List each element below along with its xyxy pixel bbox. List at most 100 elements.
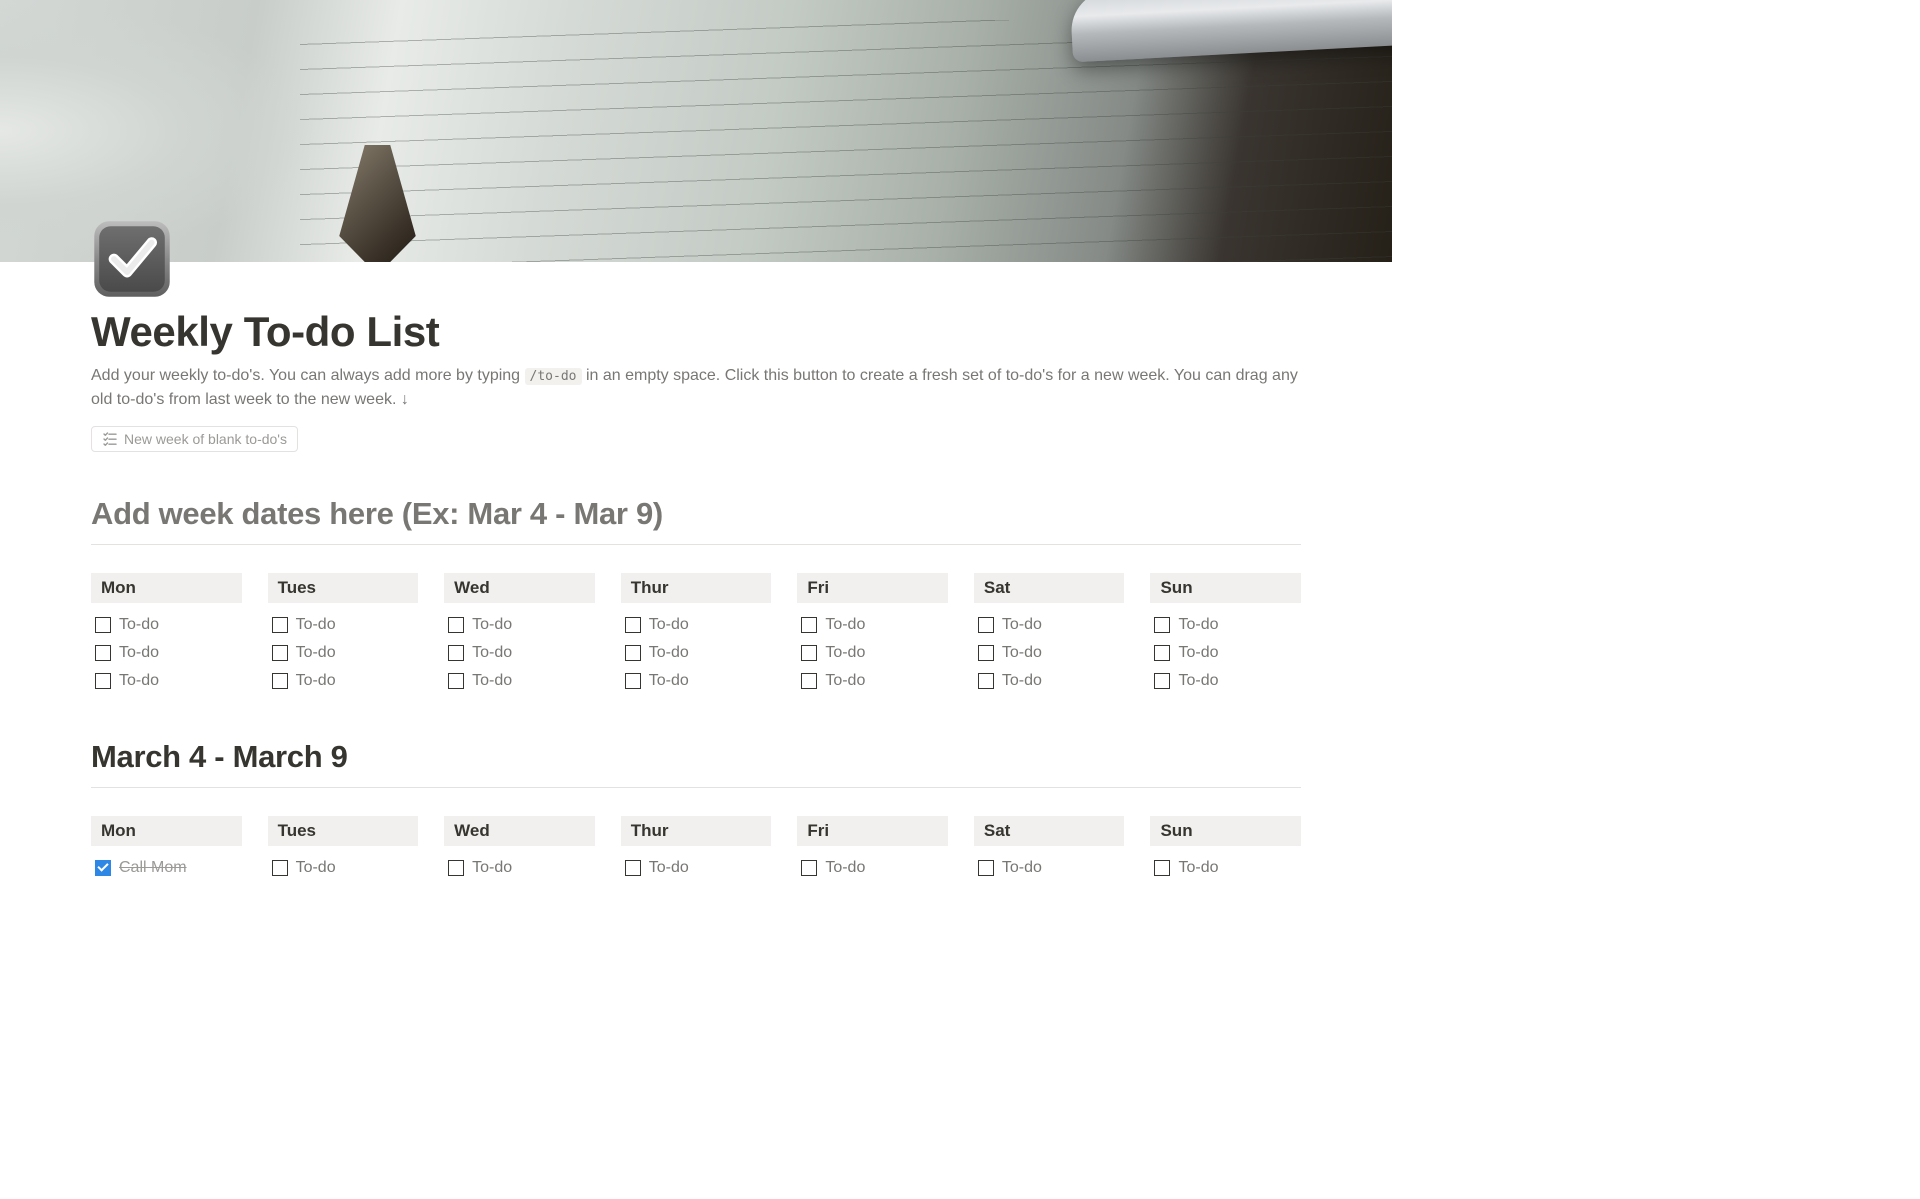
todo-row: To-do — [444, 639, 595, 667]
day-header[interactable]: Sun — [1150, 573, 1301, 603]
todo-checkbox[interactable] — [448, 645, 464, 661]
todo-text[interactable]: To-do — [1002, 672, 1042, 690]
todo-text[interactable]: To-do — [649, 859, 689, 877]
todo-row: To-do — [1150, 639, 1301, 667]
page-icon-checkbox[interactable] — [91, 218, 173, 300]
todo-checkbox[interactable] — [95, 617, 111, 633]
todo-checkbox[interactable] — [978, 617, 994, 633]
page-title[interactable]: Weekly To-do List — [91, 308, 1301, 356]
new-week-button-label: New week of blank to-do's — [124, 431, 287, 447]
todo-checkbox[interactable] — [1154, 645, 1170, 661]
todo-row: To-do — [797, 611, 948, 639]
todo-text[interactable]: To-do — [649, 644, 689, 662]
todo-checkbox[interactable] — [272, 645, 288, 661]
day-column: Fri To-do — [797, 816, 948, 882]
todo-text[interactable]: To-do — [649, 616, 689, 634]
day-header[interactable]: Mon — [91, 573, 242, 603]
todo-row: To-do — [444, 667, 595, 695]
todo-checkbox[interactable] — [95, 645, 111, 661]
todo-checkbox[interactable] — [978, 673, 994, 689]
todo-text[interactable]: To-do — [825, 672, 865, 690]
todo-row: To-do — [268, 611, 419, 639]
todo-text[interactable]: To-do — [1002, 644, 1042, 662]
todo-text[interactable]: Call Mom — [119, 859, 187, 877]
day-column: Thur To-do — [621, 816, 772, 882]
todo-checkbox[interactable] — [1154, 617, 1170, 633]
todo-row: Call Mom — [91, 854, 242, 882]
day-header[interactable]: Thur — [621, 816, 772, 846]
week-grid: MonCall MomTuesTo-doWedTo-doThurTo-doFri… — [91, 816, 1301, 882]
day-header[interactable]: Sun — [1150, 816, 1301, 846]
todo-text[interactable]: To-do — [119, 616, 159, 634]
todo-checkbox[interactable] — [801, 673, 817, 689]
todo-row: To-do — [974, 667, 1125, 695]
todo-checkbox[interactable] — [272, 673, 288, 689]
todo-checkbox[interactable] — [801, 645, 817, 661]
day-header[interactable]: Sat — [974, 573, 1125, 603]
todo-row: To-do — [268, 854, 419, 882]
todo-checkbox[interactable] — [272, 617, 288, 633]
todo-text[interactable]: To-do — [296, 616, 336, 634]
day-header[interactable]: Thur — [621, 573, 772, 603]
todo-checkbox[interactable] — [625, 860, 641, 876]
todo-checkbox[interactable] — [625, 645, 641, 661]
todo-checkbox[interactable] — [272, 860, 288, 876]
cover-pentip — [335, 145, 420, 262]
todo-checkbox[interactable] — [978, 645, 994, 661]
todo-checkbox[interactable] — [448, 860, 464, 876]
todo-checkbox[interactable] — [625, 617, 641, 633]
todo-text[interactable]: To-do — [825, 616, 865, 634]
checklist-icon — [102, 431, 118, 447]
todo-checkbox[interactable] — [625, 673, 641, 689]
section-heading[interactable]: March 4 - March 9 — [91, 739, 1301, 775]
todo-text[interactable]: To-do — [1178, 616, 1218, 634]
todo-text[interactable]: To-do — [296, 644, 336, 662]
todo-text[interactable]: To-do — [472, 644, 512, 662]
todo-checkbox[interactable] — [95, 673, 111, 689]
todo-text[interactable]: To-do — [119, 644, 159, 662]
todo-row: To-do — [91, 639, 242, 667]
day-header[interactable]: Wed — [444, 573, 595, 603]
week-grid: Mon To-do To-do To-do Tues To-do To-do To-do Wed… — [91, 573, 1301, 695]
todo-checkbox[interactable] — [1154, 860, 1170, 876]
day-column: Sun To-do — [1150, 816, 1301, 882]
todo-text[interactable]: To-do — [1178, 859, 1218, 877]
todo-text[interactable]: To-do — [1178, 644, 1218, 662]
section-heading[interactable]: Add week dates here (Ex: Mar 4 - Mar 9) — [91, 496, 1301, 532]
todo-text[interactable]: To-do — [472, 616, 512, 634]
todo-text[interactable]: To-do — [825, 644, 865, 662]
todo-checkbox[interactable] — [1154, 673, 1170, 689]
day-header[interactable]: Wed — [444, 816, 595, 846]
todo-checkbox[interactable] — [801, 617, 817, 633]
todo-text[interactable]: To-do — [649, 672, 689, 690]
todo-text[interactable]: To-do — [1178, 672, 1218, 690]
todo-checkbox[interactable] — [95, 860, 111, 876]
day-header[interactable]: Fri — [797, 573, 948, 603]
day-column: Wed To-do — [444, 816, 595, 882]
day-header[interactable]: Sat — [974, 816, 1125, 846]
new-week-button[interactable]: New week of blank to-do's — [91, 426, 298, 452]
cover-pen — [1070, 0, 1392, 62]
todo-text[interactable]: To-do — [825, 859, 865, 877]
todo-text[interactable]: To-do — [1002, 616, 1042, 634]
todo-row: To-do — [797, 639, 948, 667]
todo-row: To-do — [91, 667, 242, 695]
day-header[interactable]: Tues — [268, 816, 419, 846]
todo-row: To-do — [1150, 854, 1301, 882]
day-header[interactable]: Mon — [91, 816, 242, 846]
todo-text[interactable]: To-do — [119, 672, 159, 690]
todo-text[interactable]: To-do — [1002, 859, 1042, 877]
page-description[interactable]: Add your weekly to-do's. You can always … — [91, 364, 1301, 412]
todo-checkbox[interactable] — [801, 860, 817, 876]
todo-text[interactable]: To-do — [472, 859, 512, 877]
todo-text[interactable]: To-do — [296, 859, 336, 877]
todo-checkbox[interactable] — [978, 860, 994, 876]
todo-checkbox[interactable] — [448, 673, 464, 689]
todo-row: To-do — [444, 854, 595, 882]
todo-text[interactable]: To-do — [296, 672, 336, 690]
todo-checkbox[interactable] — [448, 617, 464, 633]
day-header[interactable]: Tues — [268, 573, 419, 603]
todo-text[interactable]: To-do — [472, 672, 512, 690]
divider — [91, 544, 1301, 545]
day-header[interactable]: Fri — [797, 816, 948, 846]
